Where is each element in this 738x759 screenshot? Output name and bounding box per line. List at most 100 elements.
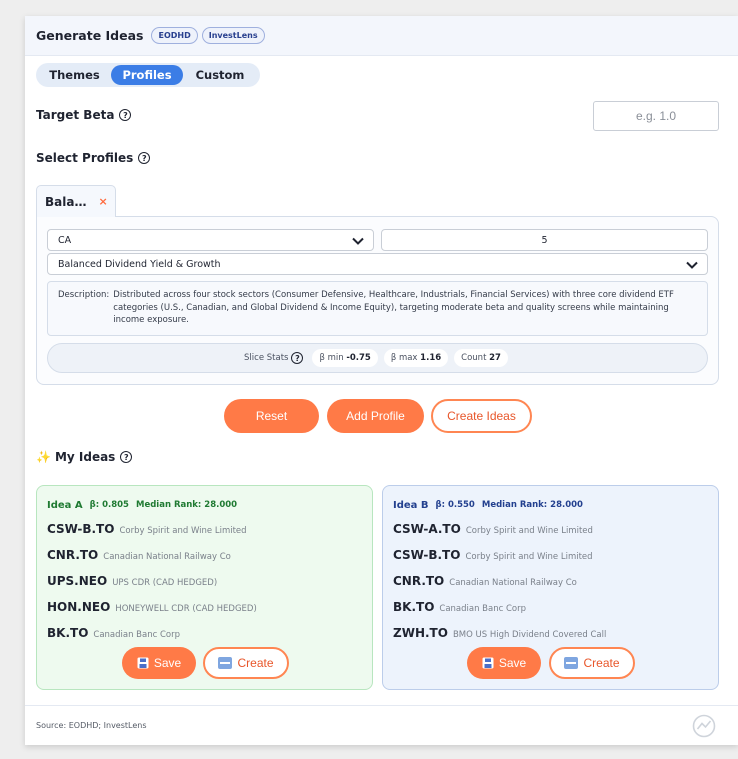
mode-tabs: Themes Profiles Custom (36, 63, 260, 87)
list-item: CSW-B.TO Corby Spirit and Wine Limited (47, 522, 247, 536)
holding-ticker: CSW-B.TO (47, 522, 115, 536)
list-item: HON.NEO HONEYWELL CDR (CAD HEDGED) (47, 600, 257, 614)
target-beta-text: Target Beta (36, 108, 115, 122)
save-button[interactable]: Save (467, 647, 541, 679)
create-button[interactable]: Create (203, 647, 289, 679)
count-label: Count (461, 353, 487, 363)
badge-eodhd: EODHD (151, 27, 198, 44)
sparkles-icon: ✨ (36, 450, 51, 464)
create-label: Create (237, 656, 274, 670)
select-profiles-text: Select Profiles (36, 151, 134, 165)
beta-max-pill: β max 1.16 (383, 349, 449, 367)
beta-max-label: β max (390, 353, 418, 363)
description-label: Description: (58, 290, 110, 300)
question-circle-icon[interactable]: ? (120, 451, 133, 463)
idea-card-a: Idea A β: 0.805 Median Rank: 28.000 CSW-… (36, 485, 373, 690)
new-badge-icon (218, 657, 233, 669)
idea-id: Idea A (47, 500, 83, 511)
holding-name: Canadian Banc Corp (93, 630, 181, 640)
region-value: CA (58, 234, 72, 246)
idea-id: Idea B (393, 500, 429, 511)
holding-ticker: CNR.TO (393, 574, 445, 588)
question-circle-icon[interactable]: ? (119, 109, 132, 121)
tab-profiles[interactable]: Profiles (111, 65, 183, 85)
holding-name: Canadian Banc Corp (439, 604, 527, 614)
target-beta-input[interactable] (593, 101, 719, 131)
holding-ticker: BK.TO (393, 600, 435, 614)
save-label: Save (498, 656, 527, 670)
slice-stats-label: Slice Stats (244, 353, 289, 363)
holding-ticker: CNR.TO (47, 548, 99, 562)
idea-beta: β: 0.805 (89, 500, 129, 510)
profile-tab-label: Bala… (45, 194, 87, 209)
my-ideas-label: ✨ My Ideas ? (36, 450, 133, 464)
reset-button[interactable]: Reset (224, 399, 319, 433)
description-text: Distributed across four stock sectors (C… (113, 290, 674, 325)
holding-name: Canadian National Railway Co (103, 552, 231, 562)
holding-name: Canadian National Railway Co (449, 578, 577, 588)
holding-name: Corby Spirit and Wine Limited (465, 552, 593, 562)
holding-ticker: BK.TO (47, 626, 89, 640)
profile-name-value: Balanced Dividend Yield & Growth (58, 258, 221, 270)
create-ideas-button[interactable]: Create Ideas (431, 399, 532, 433)
idea-median-rank: Median Rank: 28.000 (481, 500, 583, 510)
save-label: Save (153, 656, 182, 670)
holding-name: UPS CDR (CAD HEDGED) (112, 578, 218, 588)
list-item: BK.TO Canadian Banc Corp (393, 600, 526, 614)
floppy-disk-icon (482, 657, 494, 669)
idea-card-b: Idea B β: 0.550 Median Rank: 28.000 CSW-… (382, 485, 719, 690)
generate-ideas-panel: Generate Ideas EODHD InvestLens Themes P… (25, 16, 738, 745)
holding-name: Corby Spirit and Wine Limited (465, 526, 593, 536)
list-item: UPS.NEO UPS CDR (CAD HEDGED) (47, 574, 217, 588)
tab-custom[interactable]: Custom (183, 65, 257, 85)
tab-themes[interactable]: Themes (38, 65, 111, 85)
idea-median-rank: Median Rank: 28.000 (135, 500, 238, 510)
create-button[interactable]: Create (549, 647, 635, 679)
create-label: Create (583, 656, 620, 670)
beta-min-pill: β min -0.75 (312, 349, 378, 367)
panel-footer: Source: EODHD; InvestLens (25, 705, 738, 745)
region-select[interactable]: CA (47, 229, 374, 251)
slice-stats: Slice Stats ? β min -0.75 β max 1.16 Cou… (47, 343, 708, 373)
profile-tab[interactable]: Bala… × (36, 185, 116, 217)
holding-name: Corby Spirit and Wine Limited (119, 526, 247, 536)
panel-header: Generate Ideas EODHD InvestLens (25, 16, 738, 56)
my-ideas-text: My Ideas (54, 450, 116, 464)
new-badge-icon (564, 657, 579, 669)
select-profiles-label: Select Profiles ? (36, 151, 151, 165)
close-icon[interactable]: × (98, 195, 107, 208)
question-circle-icon[interactable]: ? (138, 152, 151, 164)
profile-description: Description: Distributed across four sto… (47, 281, 708, 336)
target-beta-label: Target Beta ? (36, 108, 132, 122)
save-button[interactable]: Save (122, 647, 196, 679)
holding-ticker: CSW-B.TO (393, 548, 461, 562)
add-profile-button[interactable]: Add Profile (327, 399, 424, 433)
chart-logo-icon (692, 714, 716, 738)
holding-name: HONEYWELL CDR (CAD HEDGED) (115, 604, 257, 614)
chevron-down-icon (352, 237, 364, 245)
list-item: ZWH.TO BMO US High Dividend Covered Call (393, 626, 606, 640)
count-pill: Count 27 (454, 349, 508, 367)
list-item: CNR.TO Canadian National Railway Co (393, 574, 577, 588)
panel-title: Generate Ideas (36, 28, 144, 43)
idea-beta: β: 0.550 (435, 500, 475, 510)
holding-ticker: UPS.NEO (47, 574, 108, 588)
idea-header: Idea A β: 0.805 Median Rank: 28.000 (47, 500, 237, 511)
holding-ticker: CSW-A.TO (393, 522, 461, 536)
chevron-down-icon (686, 261, 698, 269)
profile-select[interactable]: Balanced Dividend Yield & Growth (47, 253, 708, 275)
holding-ticker: HON.NEO (47, 600, 111, 614)
count-value: 27 (489, 353, 501, 363)
list-item: CSW-B.TO Corby Spirit and Wine Limited (393, 548, 593, 562)
beta-min-label: β min (319, 353, 344, 363)
beta-max-value: 1.16 (420, 353, 442, 363)
list-item: CNR.TO Canadian National Railway Co (47, 548, 231, 562)
source-text: Source: EODHD; InvestLens (36, 721, 147, 730)
beta-min-value: -0.75 (346, 353, 371, 363)
list-item: BK.TO Canadian Banc Corp (47, 626, 180, 640)
profile-editor: CA 5 Balanced Dividend Yield & Growth De… (36, 216, 719, 385)
count-input[interactable]: 5 (381, 229, 708, 251)
holding-name: BMO US High Dividend Covered Call (452, 630, 607, 640)
holding-ticker: ZWH.TO (393, 626, 448, 640)
question-circle-icon[interactable]: ? (291, 352, 304, 364)
